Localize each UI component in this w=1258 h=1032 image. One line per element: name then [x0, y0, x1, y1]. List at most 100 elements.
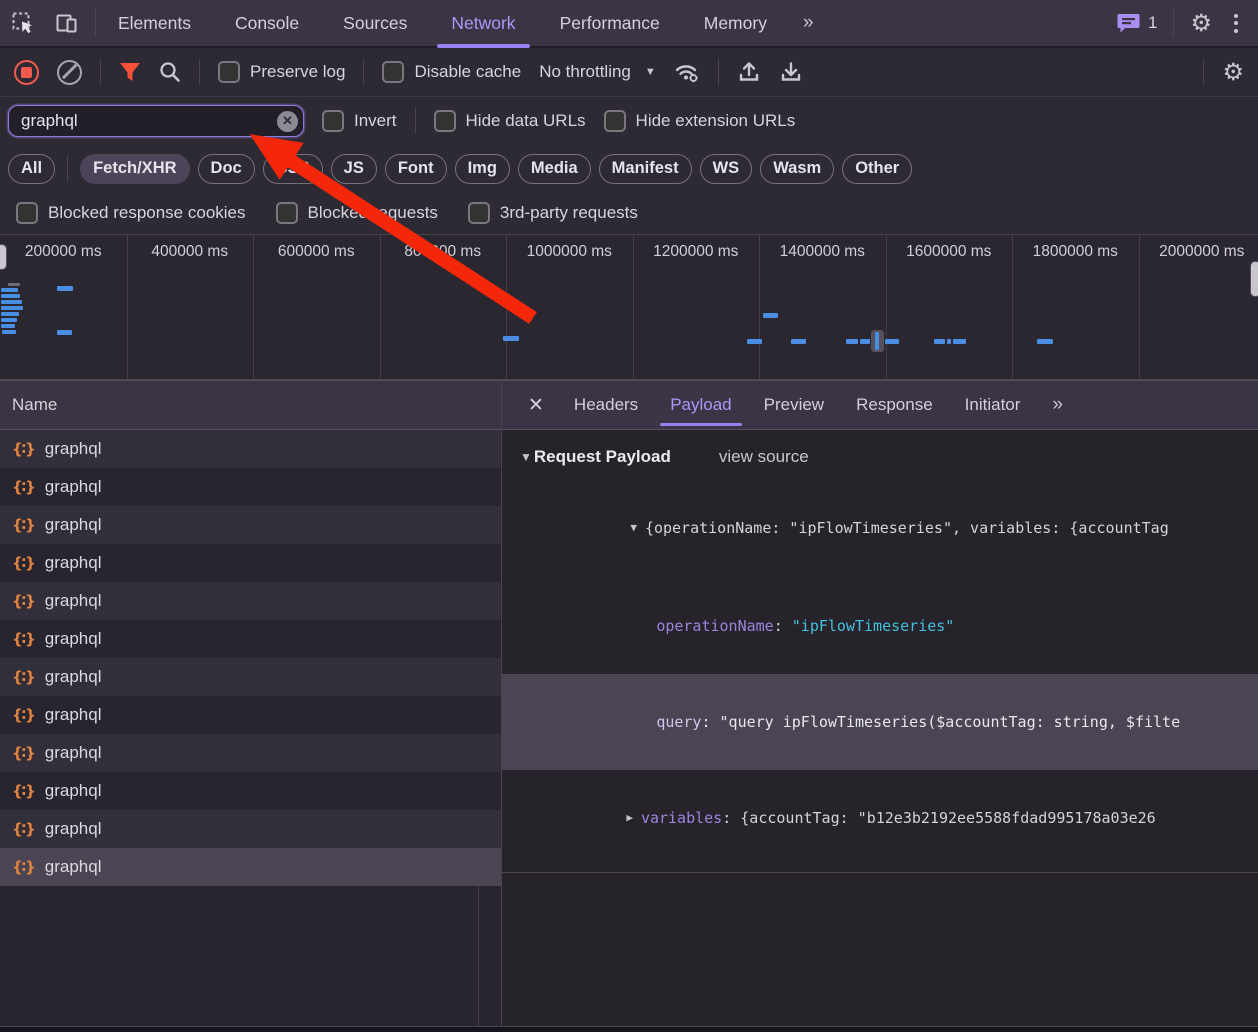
- request-row[interactable]: {∶}graphql: [0, 848, 501, 886]
- filter-toggle-icon[interactable]: [119, 62, 141, 82]
- invert-checkbox[interactable]: Invert: [322, 110, 397, 132]
- expand-triangle-icon[interactable]: ▼: [630, 512, 637, 544]
- type-filter-fetch-xhr[interactable]: Fetch/XHR: [80, 154, 189, 184]
- more-options-icon[interactable]: [1228, 14, 1244, 33]
- disable-cache-checkbox[interactable]: Disable cache: [382, 61, 521, 83]
- overview-request-bar: [1, 306, 23, 310]
- detail-tab-headers[interactable]: Headers: [558, 381, 654, 429]
- window-bottom-edge: [0, 1026, 1258, 1032]
- overview-request-bar: [875, 332, 879, 350]
- hide-data-urls-checkbox[interactable]: Hide data URLs: [434, 110, 586, 132]
- hide-extension-urls-checkbox[interactable]: Hide extension URLs: [604, 110, 796, 132]
- fetch-xhr-icon: {∶}: [12, 516, 35, 534]
- type-filter-font[interactable]: Font: [385, 154, 447, 184]
- third-party-requests-checkbox[interactable]: 3rd-party requests: [468, 202, 638, 224]
- tab-elements[interactable]: Elements: [96, 0, 213, 46]
- expand-triangle-icon[interactable]: ▶: [626, 802, 633, 834]
- network-main-area: Name {∶}graphql{∶}graphql{∶}graphql{∶}gr…: [0, 380, 1258, 1026]
- type-filter-js[interactable]: JS: [331, 154, 377, 184]
- tab-network[interactable]: Network: [429, 0, 537, 46]
- payload-operation-name-line[interactable]: operationName: "ipFlowTimeseries": [502, 578, 1258, 674]
- preserve-log-checkbox[interactable]: Preserve log: [218, 61, 345, 83]
- request-row[interactable]: {∶}graphql: [0, 468, 501, 506]
- overview-request-bar: [885, 339, 899, 344]
- request-row[interactable]: {∶}graphql: [0, 810, 501, 848]
- request-name: graphql: [45, 819, 102, 839]
- type-filter-other[interactable]: Other: [842, 154, 912, 184]
- record-network-log-button[interactable]: [14, 60, 39, 85]
- type-filter-media[interactable]: Media: [518, 154, 591, 184]
- type-filter-css[interactable]: CSS: [263, 154, 323, 184]
- request-row[interactable]: {∶}graphql: [0, 430, 501, 468]
- view-source-link[interactable]: view source: [719, 447, 809, 467]
- more-detail-tabs-icon[interactable]: »: [1038, 381, 1079, 429]
- overview-request-bar: [846, 339, 858, 344]
- overview-request-bar: [1, 300, 22, 304]
- blocked-requests-checkbox[interactable]: Blocked requests: [276, 202, 438, 224]
- panel-tabs: ElementsConsoleSourcesNetworkPerformance…: [96, 0, 789, 46]
- tab-sources[interactable]: Sources: [321, 0, 429, 46]
- request-row[interactable]: {∶} graphql: [0, 506, 501, 544]
- network-settings-gear-icon[interactable]: ⚙: [1222, 60, 1244, 84]
- type-filter-doc[interactable]: Doc: [198, 154, 255, 184]
- settings-gear-icon[interactable]: ⚙: [1190, 11, 1212, 35]
- payload-preview-line[interactable]: ▼{operationName: "ipFlowTimeseries", var…: [502, 480, 1258, 578]
- clear-network-log-button[interactable]: [57, 60, 82, 85]
- timeline-tick-label: 1400000 ms: [759, 243, 886, 261]
- tab-memory[interactable]: Memory: [682, 0, 789, 46]
- request-payload-title: Request Payload: [534, 447, 671, 467]
- inspect-element-icon[interactable]: [12, 12, 35, 35]
- request-row[interactable]: {∶}graphql: [0, 620, 501, 658]
- more-panels-icon[interactable]: »: [789, 0, 830, 46]
- type-filter-all[interactable]: All: [8, 154, 55, 184]
- throttling-dropdown[interactable]: No throttling ▼: [539, 62, 656, 82]
- request-row[interactable]: {∶}graphql: [0, 734, 501, 772]
- payload-variables-line[interactable]: ▶variables: {accountTag: "b12e3b2192ee55…: [502, 770, 1258, 868]
- clear-filter-icon[interactable]: ✕: [277, 111, 298, 132]
- blocked-response-cookies-checkbox[interactable]: Blocked response cookies: [16, 202, 246, 224]
- type-filter-manifest[interactable]: Manifest: [599, 154, 692, 184]
- request-row[interactable]: {∶}graphql: [0, 582, 501, 620]
- collapse-triangle-icon[interactable]: ▼: [520, 450, 532, 464]
- type-filter-wasm[interactable]: Wasm: [760, 154, 834, 184]
- fetch-xhr-icon: {∶}: [12, 782, 35, 800]
- payload-query-line[interactable]: query: "query ipFlowTimeseries($accountT…: [502, 674, 1258, 770]
- tab-performance[interactable]: Performance: [538, 0, 682, 46]
- request-name: graphql: [45, 515, 102, 535]
- overview-request-bar: [1, 318, 17, 322]
- requests-list: {∶}graphql{∶}graphql{∶}graphql{∶}graphql…: [0, 430, 501, 886]
- detail-tab-initiator[interactable]: Initiator: [949, 381, 1037, 429]
- type-filter-ws[interactable]: WS: [700, 154, 753, 184]
- export-har-icon[interactable]: [779, 60, 803, 84]
- overview-request-bar: [1, 294, 20, 298]
- close-detail-icon[interactable]: ✕: [516, 381, 556, 429]
- detail-tab-payload[interactable]: Payload: [654, 381, 747, 429]
- overview-right-handle[interactable]: [1250, 261, 1258, 297]
- checkbox[interactable]: [382, 61, 404, 83]
- network-conditions-icon[interactable]: [674, 60, 700, 84]
- request-row[interactable]: {∶}graphql: [0, 658, 501, 696]
- tab-console[interactable]: Console: [213, 0, 321, 46]
- network-overview-timeline[interactable]: 200000 ms400000 ms600000 ms800000 ms1000…: [0, 234, 1258, 380]
- payload-panel: ▼ Request Payload view source ▼{operatio…: [502, 430, 1258, 1026]
- name-column-header[interactable]: Name: [0, 380, 501, 430]
- timeline-tick-label: 1200000 ms: [633, 243, 760, 261]
- search-icon[interactable]: [159, 61, 181, 83]
- device-toolbar-icon[interactable]: [55, 12, 79, 35]
- type-filter-img[interactable]: Img: [455, 154, 510, 184]
- request-row[interactable]: {∶}graphql: [0, 544, 501, 582]
- detail-tab-preview[interactable]: Preview: [748, 381, 840, 429]
- issues-indicator[interactable]: 1: [1117, 13, 1157, 34]
- request-name: graphql: [45, 477, 102, 497]
- request-row[interactable]: {∶}graphql: [0, 696, 501, 734]
- overview-request-bar: [8, 283, 20, 286]
- import-har-icon[interactable]: [737, 60, 761, 84]
- overview-request-bar: [947, 339, 951, 344]
- detail-tab-response[interactable]: Response: [840, 381, 949, 429]
- filter-input[interactable]: [8, 105, 304, 137]
- checkbox[interactable]: [218, 61, 240, 83]
- timeline-tick-label: 800000 ms: [380, 243, 507, 261]
- overview-request-bar: [1, 324, 15, 328]
- request-name: graphql: [45, 857, 102, 877]
- request-row[interactable]: {∶}graphql: [0, 772, 501, 810]
